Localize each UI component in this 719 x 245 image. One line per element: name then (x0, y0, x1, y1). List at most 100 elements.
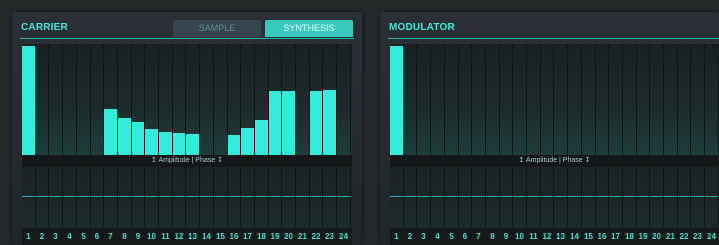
carrier-amplitude-column-divider (199, 44, 200, 155)
carrier-amplitude-column-divider (295, 44, 296, 155)
modulator-harmonic-number: 10 (515, 232, 524, 241)
modulator-harmonic-number: 20 (652, 232, 661, 241)
carrier-harmonic-number: 5 (81, 232, 86, 241)
modulator-amplitude-column-divider (704, 44, 705, 155)
carrier-harmonic-bar-12[interactable] (173, 133, 185, 155)
carrier-phase-column-divider (336, 167, 337, 227)
carrier-phase-column-divider (117, 167, 118, 227)
modulator-phase-column-divider (458, 167, 459, 227)
carrier-harmonic-bar-11[interactable] (159, 132, 172, 155)
carrier-amplitude-editor[interactable] (22, 44, 352, 155)
carrier-harmonic-number: 11 (161, 232, 170, 241)
carrier-harmonic-bar-13[interactable] (186, 134, 199, 155)
modulator-amplitude-phase-separator: ↥ Amplitude | Phase ↧ (390, 155, 719, 167)
tab-sample[interactable]: SAMPLE (173, 20, 261, 37)
modulator-phase-column-divider (403, 167, 404, 227)
carrier-phase-column-divider (62, 167, 63, 227)
carrier-phase-column-divider (172, 167, 173, 227)
modulator-phase-column-divider (430, 167, 431, 227)
carrier-harmonic-number: 1 (26, 232, 31, 241)
carrier-harmonic-bar-16[interactable] (228, 135, 240, 155)
carrier-phase-column-divider (322, 167, 323, 227)
modulator-harmonic-number: 5 (449, 232, 454, 241)
modulator-amplitude-column-divider (458, 44, 459, 155)
carrier-phase-column-divider (90, 167, 91, 227)
carrier-phase-column-divider (281, 167, 282, 227)
carrier-phase-column-divider (158, 167, 159, 227)
modulator-panel: MODULATOR ↥ Amplitude | Phase ↧ 12345678… (380, 12, 719, 245)
modulator-harmonic-number: 15 (584, 232, 593, 241)
carrier-harmonic-number: 14 (202, 232, 211, 241)
carrier-phase-column-divider (199, 167, 200, 227)
modulator-amplitude-editor[interactable] (390, 44, 719, 155)
carrier-harmonic-bar-17[interactable] (241, 128, 254, 155)
modulator-harmonic-bar-1[interactable] (390, 46, 403, 155)
carrier-harmonic-number: 12 (174, 232, 184, 241)
modulator-harmonic-number: 16 (597, 232, 607, 241)
modulator-phase-column-divider (622, 167, 623, 227)
carrier-title-divider (20, 38, 354, 39)
carrier-harmonic-number: 9 (135, 232, 141, 241)
carrier-harmonic-bar-19[interactable] (269, 91, 281, 155)
modulator-phase-editor[interactable] (390, 167, 719, 227)
modulator-title-divider (388, 38, 719, 39)
carrier-phase-column-divider (35, 167, 36, 227)
modulator-amplitude-column-divider (636, 44, 637, 155)
carrier-amplitude-column-divider (48, 44, 49, 155)
modulator-amplitude-column-divider (608, 44, 609, 155)
carrier-harmonic-bar-10[interactable] (145, 129, 158, 155)
modulator-phase-column-divider (512, 167, 513, 227)
carrier-phase-column-divider (295, 167, 296, 227)
carrier-harmonic-bar-1[interactable] (22, 46, 35, 155)
carrier-harmonic-number: 10 (147, 232, 156, 241)
carrier-harmonic-bar-23[interactable] (323, 90, 336, 155)
carrier-harmonic-number: 4 (67, 232, 72, 241)
carrier-phase-column-divider (227, 167, 228, 227)
modulator-amplitude-column-divider (485, 44, 486, 155)
modulator-harmonic-number: 3 (421, 232, 426, 241)
modulator-harmonic-number: 19 (638, 232, 648, 241)
modulator-harmonic-number: 11 (529, 232, 538, 241)
carrier-phase-column-divider (131, 167, 132, 227)
carrier-amplitude-column-divider (213, 44, 214, 155)
modulator-phase-column-divider (567, 167, 568, 227)
modulator-harmonic-number: 14 (570, 232, 579, 241)
carrier-harmonic-number: 19 (270, 232, 280, 241)
modulator-harmonic-number: 13 (556, 232, 565, 241)
modulator-phase-zero-line (390, 196, 719, 197)
modulator-harmonic-number: 12 (542, 232, 552, 241)
carrier-title: CARRIER (21, 22, 68, 33)
modulator-amplitude-column-divider (512, 44, 513, 155)
modulator-harmonic-number: 9 (503, 232, 509, 241)
carrier-harmonic-bar-9[interactable] (132, 122, 144, 155)
carrier-harmonic-bar-7[interactable] (104, 109, 117, 155)
modulator-harmonic-number: 22 (679, 232, 689, 241)
tab-synthesis[interactable]: SYNTHESIS (265, 20, 353, 37)
carrier-harmonic-number: 17 (243, 232, 252, 241)
carrier-phase-column-divider (240, 167, 241, 227)
modulator-phase-column-divider (485, 167, 486, 227)
modulator-harmonic-number: 1 (394, 232, 399, 241)
carrier-phase-editor[interactable] (22, 167, 352, 227)
carrier-harmonic-bar-18[interactable] (255, 120, 268, 155)
modulator-harmonic-number: 8 (490, 232, 495, 241)
carrier-harmonic-number: 23 (325, 232, 334, 241)
carrier-phase-column-divider (103, 167, 104, 227)
carrier-amplitude-column-divider (350, 44, 351, 155)
modulator-phase-column-divider (677, 167, 678, 227)
modulator-phase-column-divider (499, 167, 500, 227)
modulator-amplitude-column-divider (553, 44, 554, 155)
modulator-amplitude-column-divider (663, 44, 664, 155)
carrier-harmonic-bar-20[interactable] (282, 91, 295, 155)
carrier-amplitude-phase-separator: ↥ Amplitude | Phase ↧ (22, 155, 352, 167)
carrier-harmonic-bar-8[interactable] (118, 118, 131, 155)
modulator-amplitude-column-divider (471, 44, 472, 155)
carrier-harmonic-number: 20 (284, 232, 293, 241)
modulator-phase-column-divider (608, 167, 609, 227)
carrier-harmonic-number: 7 (108, 232, 113, 241)
modulator-amplitude-column-divider (403, 44, 404, 155)
modulator-amplitude-column-divider (430, 44, 431, 155)
modulator-amplitude-column-divider (581, 44, 582, 155)
carrier-harmonic-bar-22[interactable] (310, 91, 322, 155)
modulator-phase-column-divider (636, 167, 637, 227)
